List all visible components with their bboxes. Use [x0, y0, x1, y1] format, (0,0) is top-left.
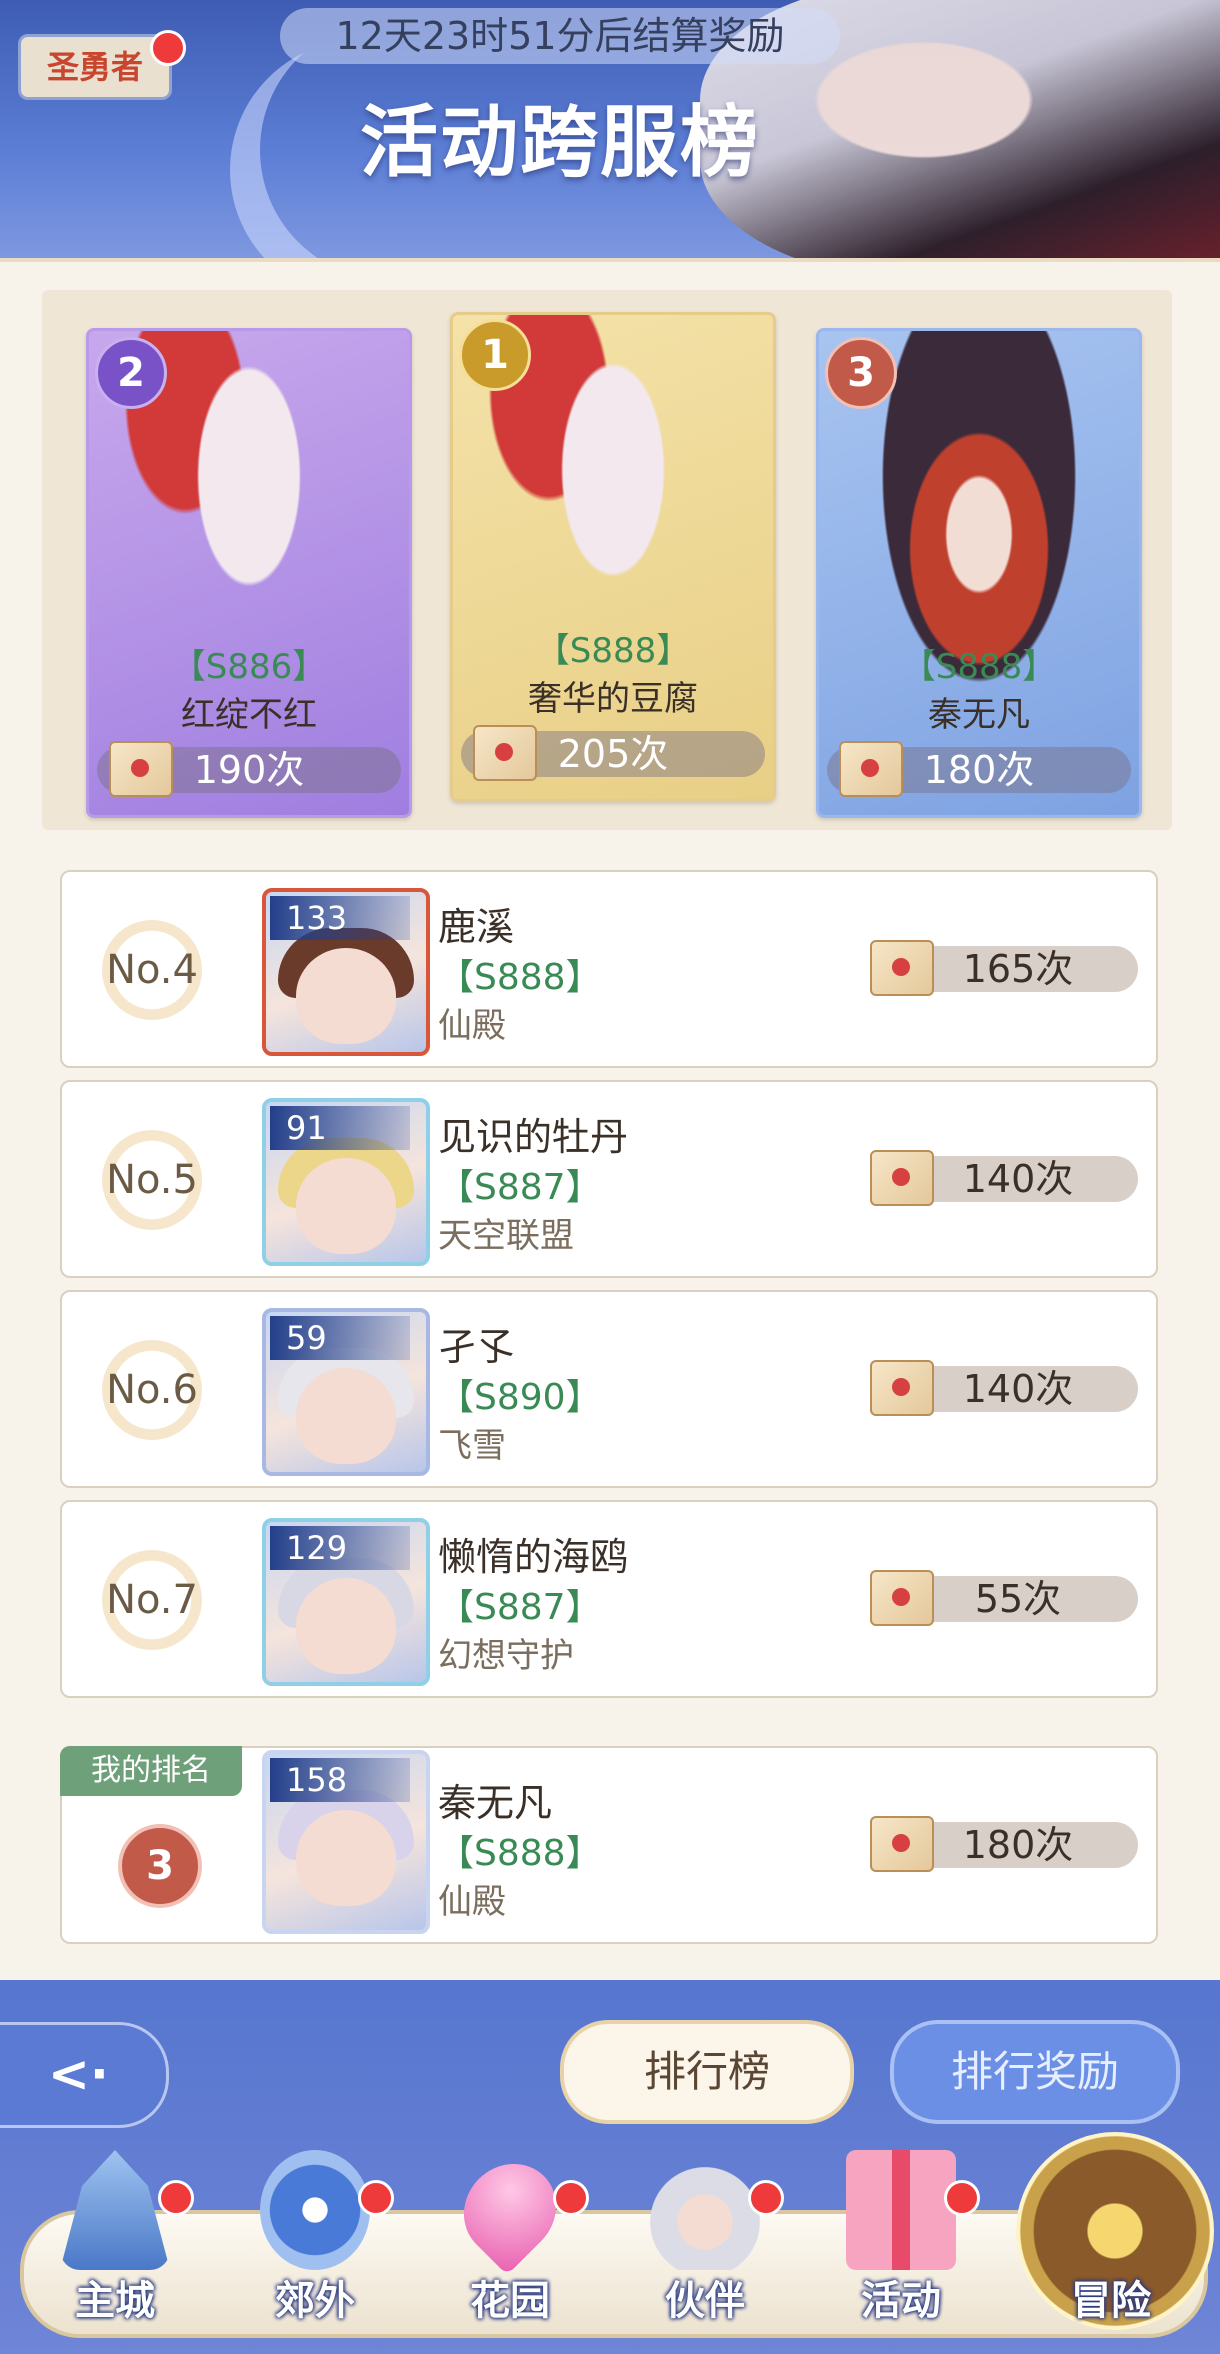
nav-main-city[interactable]: 主城 [40, 2150, 194, 2350]
heart-icon [444, 2144, 576, 2276]
player-server: 【S890】 [438, 1377, 602, 1418]
scroll-icon [473, 725, 537, 781]
rank-number: No.7 [102, 1550, 202, 1650]
podium-server: 【S888】 [901, 647, 1057, 687]
rank-medal-3: 3 [118, 1824, 202, 1908]
player-score: 140次 [898, 1156, 1138, 1202]
podium-server: 【S886】 [171, 647, 327, 687]
level-badge: 91 [270, 1106, 410, 1150]
player-guild: 幻想守护 [438, 1636, 574, 1676]
nav-outskirts[interactable]: 郊外 [240, 2150, 394, 2350]
level-badge: 158 [270, 1758, 410, 1802]
scroll-icon [839, 741, 903, 797]
rank-medal-2: 2 [95, 337, 167, 409]
my-rank-tag: 我的排名 [60, 1746, 242, 1796]
nav-adventure[interactable]: 冒险 [1036, 2150, 1186, 2350]
player-guild: 仙殿 [438, 1882, 506, 1922]
page-title: 活动跨服榜 [359, 98, 760, 188]
rank-medal-3: 3 [825, 337, 897, 409]
player-score: 55次 [898, 1576, 1138, 1622]
nav-label: 冒险 [1071, 2278, 1151, 2324]
notification-dot [944, 2180, 980, 2216]
rank-number: No.6 [102, 1340, 202, 1440]
rank-row[interactable]: No.7 129 懒惰的海鸥 【S887】 幻想守护 55次 [60, 1500, 1158, 1698]
castle-icon [60, 2150, 170, 2270]
player-guild: 飞雪 [438, 1426, 506, 1466]
player-score: 140次 [898, 1366, 1138, 1412]
notification-dot [748, 2180, 784, 2216]
gift-icon [846, 2150, 956, 2270]
scroll-icon [870, 1816, 934, 1872]
player-guild: 天空联盟 [438, 1216, 574, 1256]
rank-row[interactable]: No.6 59 孑孓 【S890】 飞雪 140次 [60, 1290, 1158, 1488]
player-score: 165次 [898, 946, 1138, 992]
player-name: 懒惰的海鸥 [438, 1535, 629, 1579]
nav-garden[interactable]: 花园 [435, 2144, 589, 2350]
podium-player-name: 秦无凡 [928, 695, 1030, 735]
back-arrow-icon: <· [48, 2045, 109, 2103]
avatar[interactable]: 129 [262, 1518, 430, 1686]
avatar-face [296, 1158, 396, 1254]
notification-dot [158, 2180, 194, 2216]
nav-label: 伙伴 [665, 2278, 745, 2324]
rank-rewards-button[interactable]: 排行奖励 [890, 2020, 1180, 2124]
nav-partners[interactable]: 伙伴 [630, 2150, 784, 2350]
nav-label: 活动 [861, 2278, 941, 2324]
player-server: 【S888】 [438, 1833, 602, 1874]
podium-card-rank-3[interactable]: 3 【S888】 秦无凡 180次 [816, 328, 1142, 818]
player-server: 【S887】 [438, 1167, 602, 1208]
level-badge: 59 [270, 1316, 410, 1360]
avatar-face [296, 1368, 396, 1464]
podium-card-rank-2[interactable]: 2 【S886】 红绽不红 190次 [86, 328, 412, 818]
player-name: 秦无凡 [438, 1781, 553, 1825]
nav-events[interactable]: 活动 [826, 2150, 980, 2350]
nav-label: 郊外 [275, 2278, 355, 2324]
my-rank-row[interactable]: 我的排名 3 158 秦无凡 【S888】 仙殿 180次 [60, 1746, 1158, 1944]
player-name: 见识的牡丹 [438, 1115, 629, 1159]
rank-row[interactable]: No.5 91 见识的牡丹 【S887】 天空联盟 140次 [60, 1080, 1158, 1278]
nav-label: 主城 [75, 2278, 155, 2324]
podium-card-rank-1[interactable]: 1 【S888】 奢华的豆腐 205次 [450, 312, 776, 802]
level-badge: 129 [270, 1526, 410, 1570]
leaderboard-tab-button[interactable]: 排行榜 [560, 2020, 854, 2124]
hero-title-badge[interactable]: 圣勇者 [18, 34, 172, 100]
notification-dot [358, 2180, 394, 2216]
rank-row[interactable]: No.4 133 鹿溪 【S888】 仙殿 165次 [60, 870, 1158, 1068]
back-button[interactable]: <· [0, 2022, 169, 2128]
scroll-icon [870, 1150, 934, 1206]
rank-number: No.4 [102, 920, 202, 1020]
scroll-icon [870, 940, 934, 996]
player-name: 孑孓 [438, 1325, 515, 1369]
avatar-face [296, 1578, 396, 1674]
level-badge: 133 [270, 896, 410, 940]
player-guild: 仙殿 [438, 1006, 506, 1046]
avatar-face [296, 1810, 396, 1906]
podium-server: 【S888】 [535, 631, 691, 671]
scroll-icon [109, 741, 173, 797]
settlement-countdown: 12天23时51分后结算奖励 [280, 8, 840, 64]
scroll-icon [870, 1570, 934, 1626]
podium-player-name: 红绽不红 [181, 695, 317, 735]
rank-medal-1: 1 [459, 319, 531, 391]
nav-label: 花园 [470, 2278, 550, 2324]
player-server: 【S887】 [438, 1587, 602, 1628]
player-server: 【S888】 [438, 957, 602, 998]
avatar[interactable]: 59 [262, 1308, 430, 1476]
rank-number: No.5 [102, 1130, 202, 1230]
podium-player-name: 奢华的豆腐 [528, 679, 698, 719]
player-score: 180次 [898, 1822, 1138, 1868]
avatar-face [296, 948, 396, 1044]
avatar[interactable]: 91 [262, 1098, 430, 1266]
magic-circle-icon [260, 2150, 370, 2270]
player-name: 鹿溪 [438, 905, 515, 949]
badge-notification-dot [150, 30, 186, 66]
scroll-icon [870, 1360, 934, 1416]
avatar[interactable]: 158 [262, 1750, 430, 1934]
avatar[interactable]: 133 [262, 888, 430, 1056]
partner-icon [650, 2150, 760, 2270]
notification-dot [553, 2180, 589, 2216]
